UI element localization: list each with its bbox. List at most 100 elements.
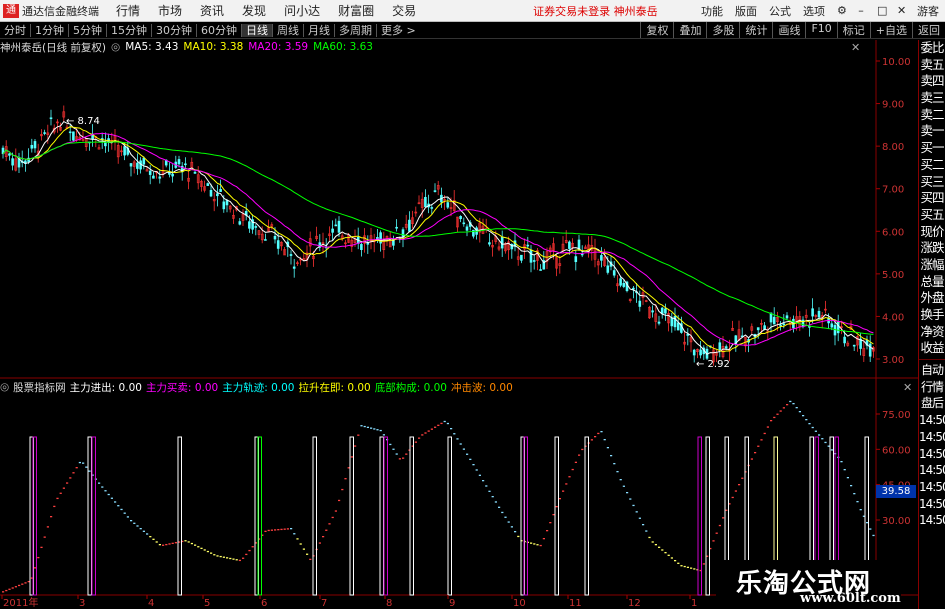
side-item[interactable]: 现价 [919, 224, 945, 241]
side-item[interactable]: 委比 [919, 40, 945, 57]
period-5min[interactable]: 5分钟 [69, 23, 107, 37]
tool-f10[interactable]: F10 [805, 22, 836, 38]
close-indicator-icon[interactable]: ✕ [903, 381, 912, 394]
side-item[interactable]: 14:50 [919, 412, 945, 429]
ma-settings-icon[interactable]: ◎ [111, 41, 120, 53]
period-daily[interactable]: 日线 [242, 23, 273, 37]
menu-jiaoyi[interactable]: 交易 [383, 2, 425, 19]
wave-dot [478, 474, 481, 476]
tool-zixuan[interactable]: +自选 [869, 22, 912, 38]
menu-faxian[interactable]: 发现 [233, 2, 275, 19]
side-item[interactable]: 14:50 [919, 479, 945, 496]
guest-label[interactable]: 游客 [911, 3, 945, 19]
menu-shichang[interactable]: 市场 [149, 2, 191, 19]
chart-canvas[interactable]: ← 8.74 ← 2.92 10.00 9.00 8.00 7.00 6.00 5.00 4.… [0, 40, 918, 609]
indicator-name: 股票指标网 [13, 381, 66, 394]
wave-dot [152, 538, 155, 540]
wave-dot [802, 415, 805, 417]
period-monthly[interactable]: 月线 [304, 23, 335, 37]
signal-bar [584, 436, 589, 596]
period-multi[interactable]: 多周期 [335, 23, 377, 37]
menu-gongneng[interactable]: 功能 [695, 3, 729, 19]
tool-fanhui[interactable]: 返回 [912, 22, 945, 38]
side-item[interactable]: 外盘 [919, 290, 945, 307]
menu-gongshi[interactable]: 公式 [763, 3, 797, 19]
candle-body [532, 260, 536, 262]
side-item[interactable]: 买五 [919, 207, 945, 224]
settings-icon[interactable]: ⚙ [831, 4, 851, 17]
wave-dot [558, 498, 561, 500]
side-item[interactable]: 14:50 [919, 462, 945, 479]
side-item[interactable]: 卖五 [919, 57, 945, 74]
wave-dot [370, 427, 373, 429]
indicator-settings-icon[interactable]: ◎ [0, 381, 9, 393]
tool-diejia[interactable]: 叠加 [673, 22, 706, 38]
side-item[interactable]: 涨跌 [919, 240, 945, 257]
wave-dot [571, 468, 574, 471]
wave-dot [514, 531, 517, 533]
tool-tongji[interactable]: 统计 [739, 22, 772, 38]
period-15min[interactable]: 15分钟 [107, 23, 152, 37]
wave-dot [210, 552, 213, 554]
side-item[interactable]: 净资 [919, 324, 945, 341]
candle-body [276, 240, 280, 249]
side-item[interactable]: 14:50 [919, 446, 945, 463]
wave-dot [414, 441, 417, 443]
wave-dot [494, 501, 497, 503]
price-tick-label: 3.00 [882, 355, 904, 366]
candle-body [651, 310, 654, 313]
wave-dot [133, 522, 136, 524]
wave-dot [363, 425, 366, 428]
side-item[interactable]: 自动 [919, 362, 945, 379]
candle-body [430, 207, 434, 209]
candle-body [670, 317, 674, 327]
period-fenshi[interactable]: 分时 [0, 23, 31, 37]
wave-dot [184, 540, 187, 542]
maximize-icon[interactable]: □ [871, 4, 891, 17]
ma20-line [2, 132, 874, 346]
side-item[interactable]: 总量 [919, 274, 945, 291]
tool-huaxian[interactable]: 画线 [772, 22, 805, 38]
close-icon[interactable]: ✕ [891, 4, 911, 17]
side-item[interactable]: 卖二 [919, 107, 945, 124]
period-more[interactable]: 更多 > [377, 24, 420, 37]
period-1min[interactable]: 1分钟 [31, 23, 69, 37]
side-item[interactable]: 行情 [919, 379, 945, 396]
candle-body [136, 162, 139, 169]
side-item[interactable]: 买四 [919, 190, 945, 207]
side-item[interactable]: 卖一 [919, 123, 945, 140]
signal-bar [697, 436, 702, 596]
wave-dot [437, 424, 440, 426]
side-item[interactable]: 盘后 [919, 395, 945, 412]
period-30min[interactable]: 30分钟 [152, 23, 197, 37]
menu-xuanxiang[interactable]: 选项 [797, 3, 831, 19]
tool-biaoji[interactable]: 标记 [836, 22, 870, 38]
side-item[interactable]: 14:50 [919, 429, 945, 446]
close-main-icon[interactable]: ✕ [851, 41, 860, 54]
minimize-icon[interactable]: – [851, 4, 871, 17]
tool-fuquan[interactable]: 复权 [640, 22, 673, 38]
period-60min[interactable]: 60分钟 [197, 23, 242, 37]
side-item[interactable]: 14:50 [919, 496, 945, 513]
login-notice[interactable]: 证券交易未登录 神州泰岳 [533, 3, 658, 19]
wave-dot [322, 536, 325, 538]
menu-hangqing[interactable]: 行情 [107, 2, 149, 19]
side-item[interactable]: 买三 [919, 174, 945, 191]
period-weekly[interactable]: 周线 [273, 23, 304, 37]
ind-zhulijinchu: 主力进出: 0.00 [69, 381, 142, 394]
tool-duogu[interactable]: 多股 [706, 22, 739, 38]
candle-body [763, 325, 766, 330]
side-item[interactable]: 14:50 [919, 512, 945, 529]
menu-wenxiaoda[interactable]: 问小达 [275, 2, 329, 19]
side-item[interactable]: 卖四 [919, 73, 945, 90]
side-item[interactable]: 涨幅 [919, 257, 945, 274]
side-item[interactable]: 卖三 [919, 90, 945, 107]
menu-banmian[interactable]: 版面 [729, 3, 763, 19]
menu-caifuquan[interactable]: 财富圈 [329, 2, 383, 19]
side-item[interactable]: 换手 [919, 307, 945, 324]
menu-zixun[interactable]: 资讯 [191, 2, 233, 19]
wave-dot [344, 478, 347, 480]
side-item[interactable]: 收益 [919, 340, 945, 357]
side-item[interactable]: 买二 [919, 157, 945, 174]
side-item[interactable]: 买一 [919, 140, 945, 157]
